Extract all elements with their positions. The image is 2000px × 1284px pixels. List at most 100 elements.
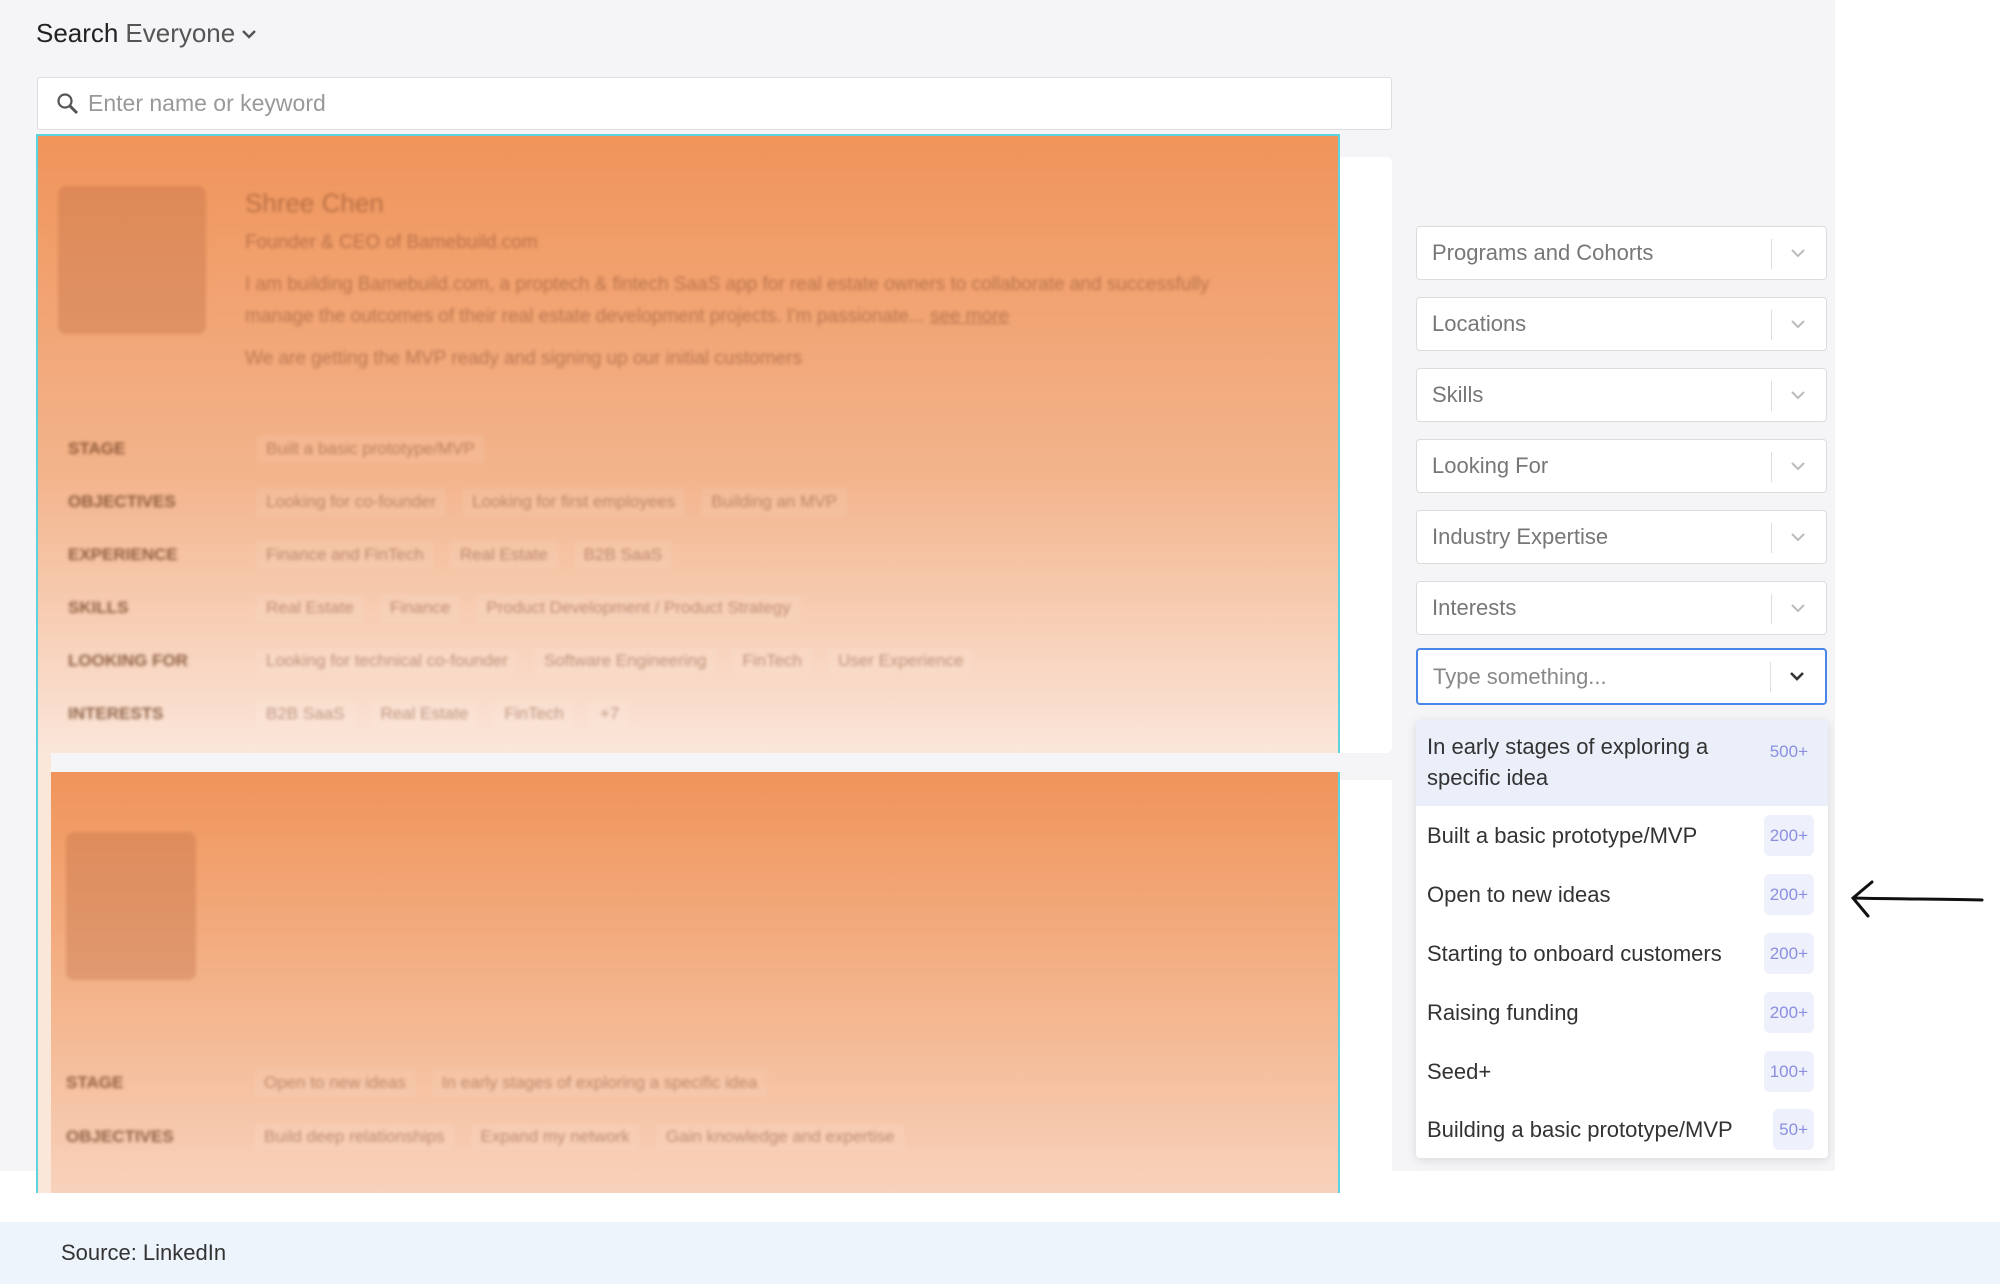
divider (1771, 452, 1772, 482)
chevron-down-icon (242, 29, 257, 39)
tag-chip: B2B SaaS (573, 541, 673, 569)
annotation-arrow-icon (1850, 880, 1984, 918)
option-label: Built a basic prototype/MVP (1427, 823, 1698, 848)
filter-label: Programs and Cohorts (1432, 240, 1654, 265)
chevron-down-icon[interactable] (1787, 242, 1809, 264)
filter-dropdown[interactable]: Programs and Cohorts (1416, 226, 1827, 280)
tag-chip: Looking for technical co-founder (256, 647, 518, 675)
profile-row: OBJECTIVES Build deep relationships Expand… (66, 1123, 921, 1151)
app-background: Search Everyone Shree Chen Founder & CEO… (0, 0, 1835, 1193)
search-label: Search (36, 18, 119, 48)
tag-chip: Product Development / Product Strategy (476, 594, 801, 622)
result-card-highlight[interactable]: STAGE Open to new ideas In early stages of… (51, 772, 1340, 1193)
tag-chip: FinTech (732, 647, 813, 675)
profile-row: SKILLS Real Estate Finance Product Developm… (68, 594, 817, 622)
filter-label: Interests (1432, 595, 1517, 620)
chevron-down-icon[interactable] (1787, 313, 1809, 335)
tag-chip: Built a basic prototype/MVP (256, 435, 485, 463)
tag-chip: B2B SaaS (256, 700, 355, 728)
stage-option[interactable]: Built a basic prototype/MVP 200+ (1416, 806, 1828, 865)
option-label: Raising funding (1427, 1000, 1579, 1025)
profile-row: STAGE Built a basic prototype/MVP (68, 435, 501, 463)
row-label: LOOKING FOR (68, 651, 188, 670)
stage-option[interactable]: Building a basic prototype/MVP 50+ (1416, 1101, 1828, 1158)
profile-status: We are getting the MVP ready and signing… (245, 348, 802, 369)
tag-chip: Finance and FinTech (256, 541, 434, 569)
tag-chip: +7 (589, 700, 630, 728)
profile-bio-2: manage the outcomes of their real estate… (245, 306, 1009, 328)
option-count-badge: 100+ (1763, 1051, 1814, 1092)
scope-dropdown[interactable]: Everyone (125, 18, 257, 49)
stage-filter-placeholder: Type something... (1433, 663, 1607, 689)
divider (1771, 594, 1772, 624)
profile-row: OBJECTIVES Looking for co-founder Looking … (68, 488, 863, 516)
chevron-down-icon[interactable] (1787, 597, 1809, 619)
row-label: EXPERIENCE (68, 545, 178, 564)
chevron-down-icon[interactable] (1786, 665, 1808, 687)
divider (1771, 239, 1772, 269)
stage-option[interactable]: In early stages of exploring a specific … (1416, 720, 1828, 806)
option-count-badge: 50+ (1773, 1109, 1814, 1150)
stage-option[interactable]: Open to new ideas 200+ (1416, 865, 1828, 924)
tag-chip: Real Estate (370, 700, 479, 728)
filter-label: Looking For (1432, 453, 1549, 478)
result-card-highlight[interactable]: Shree Chen Founder & CEO of Bamebuild.co… (36, 134, 1340, 753)
option-label: Building a basic prototype/MVP (1427, 1117, 1733, 1142)
option-label: Starting to onboard customers (1427, 941, 1722, 966)
row-label: SKILLS (68, 598, 129, 617)
search-scope-header: Search Everyone (36, 18, 257, 49)
tag-chip: Gain knowledge and expertise (655, 1123, 905, 1151)
filter-label: Locations (1432, 311, 1527, 336)
filter-dropdown[interactable]: Looking For (1416, 439, 1827, 493)
divider (1771, 523, 1772, 553)
option-label: In early stages of exploring a specific … (1427, 734, 1709, 790)
bio-text: manage the outcomes of their real estate… (245, 306, 925, 327)
option-count-badge: 500+ (1769, 742, 1808, 761)
profile-title: Founder & CEO of Bamebuild.com (245, 232, 538, 253)
option-count-badge: 200+ (1763, 992, 1814, 1033)
tag-chip: Open to new ideas (254, 1069, 416, 1097)
tag-chip: Looking for co-founder (256, 488, 447, 516)
chevron-down-icon[interactable] (1787, 384, 1809, 406)
filter-dropdown[interactable]: Industry Expertise (1416, 510, 1827, 564)
row-label: STAGE (66, 1073, 124, 1092)
profile-name: Shree Chen (245, 188, 384, 218)
filter-label: Skills (1432, 382, 1484, 407)
profile-row: EXPERIENCE Finance and FinTech Real Estate… (68, 541, 688, 569)
avatar (58, 186, 206, 334)
stage-option[interactable]: Seed+ 100+ (1416, 1042, 1828, 1101)
stage-option[interactable]: Starting to onboard customers 200+ (1416, 924, 1828, 983)
filter-dropdown[interactable]: Locations (1416, 297, 1827, 351)
filter-label: Industry Expertise (1432, 524, 1609, 549)
profile-row: INTERESTS B2B SaaS Real Estate FinTech +7 (68, 700, 645, 728)
tag-chip: Finance (379, 594, 461, 622)
stage-option[interactable]: Raising funding 200+ (1416, 983, 1828, 1042)
stage-filter-input[interactable]: Type something... (1416, 648, 1827, 705)
row-label: STAGE (68, 439, 126, 458)
row-label: OBJECTIVES (66, 1127, 174, 1146)
search-bar[interactable] (37, 77, 1392, 130)
row-label: INTERESTS (68, 704, 164, 723)
row-label: OBJECTIVES (68, 492, 176, 511)
stage-options-menu: In early stages of exploring a specific … (1416, 720, 1828, 1158)
filter-dropdown[interactable]: Interests (1416, 581, 1827, 635)
profile-row: STAGE Open to new ideas In early stages of… (66, 1069, 783, 1097)
option-label: Seed+ (1427, 1059, 1492, 1084)
option-count-badge: 200+ (1763, 874, 1814, 915)
tag-chip: Expand my network (470, 1123, 640, 1151)
tag-chip: Build deep relationships (254, 1123, 455, 1151)
tag-chip: Looking for first employees (462, 488, 686, 516)
source-caption: Source: LinkedIn (0, 1222, 2000, 1284)
tag-chip: Real Estate (256, 594, 364, 622)
divider (1770, 662, 1771, 692)
chevron-down-icon[interactable] (1787, 455, 1809, 477)
divider (1771, 381, 1772, 411)
tag-chip: In early stages of exploring a specific … (431, 1069, 768, 1097)
scope-value: Everyone (125, 18, 236, 48)
see-more-link[interactable]: see more (930, 306, 1009, 327)
filter-dropdown[interactable]: Skills (1416, 368, 1827, 422)
search-input[interactable] (88, 90, 1288, 117)
option-count-badge: 200+ (1763, 815, 1814, 856)
chevron-down-icon[interactable] (1787, 526, 1809, 548)
tag-chip: Building an MVP (701, 488, 847, 516)
